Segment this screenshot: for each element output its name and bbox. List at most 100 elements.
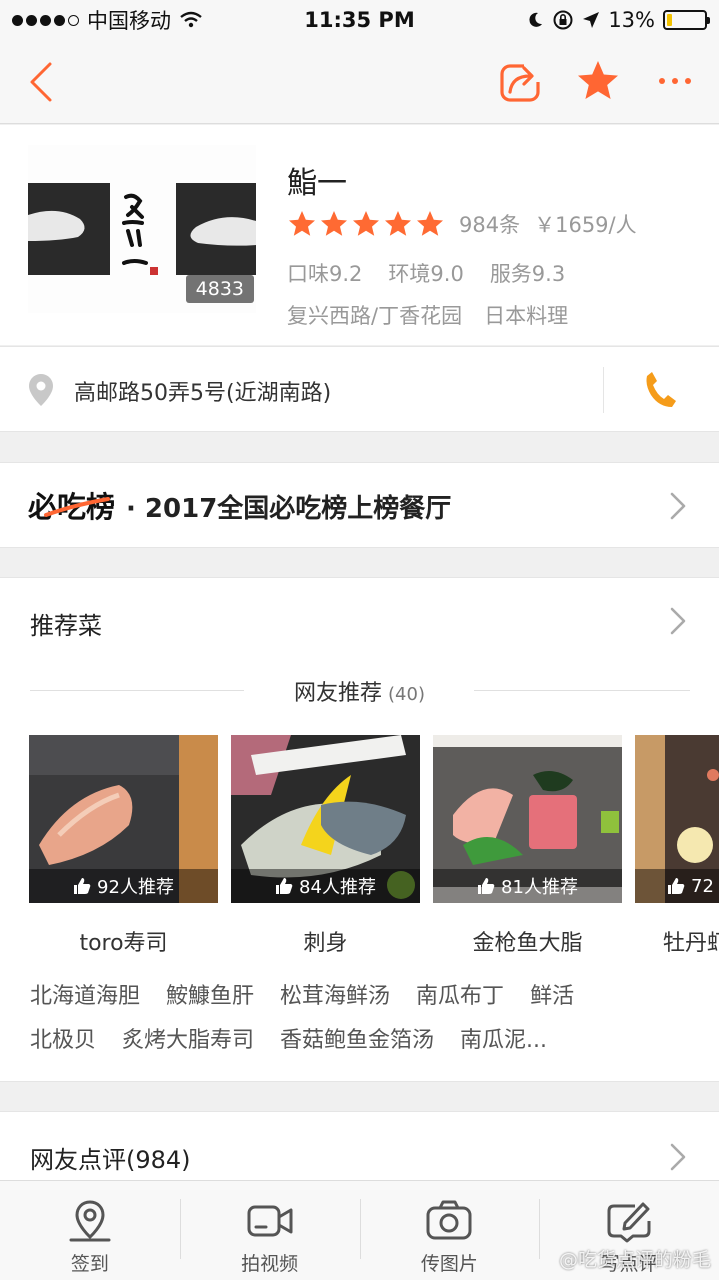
- battery-percent: 13%: [608, 8, 655, 32]
- star-icon: [578, 61, 618, 99]
- phone-icon[interactable]: [643, 369, 677, 409]
- wifi-icon: [180, 11, 202, 28]
- checkin-label: 签到: [70, 1253, 109, 1275]
- signal-strength-icon: [12, 14, 79, 26]
- thumbs-up-icon: [478, 878, 495, 894]
- back-button[interactable]: [22, 58, 66, 106]
- dish-tag[interactable]: 南瓜布丁: [416, 978, 504, 1010]
- region-row: 复兴西路/丁香花园 日本料理: [287, 300, 568, 330]
- video-button[interactable]: 拍视频: [179, 1181, 360, 1280]
- shop-cuisine[interactable]: 日本料理: [484, 300, 568, 330]
- reviews-title: 网友点评(984): [30, 1146, 191, 1174]
- dish-tag[interactable]: 香菇鲍鱼金箔汤: [280, 1022, 434, 1054]
- upload-photo-label: 传图片: [420, 1253, 478, 1275]
- dish-likes: 84人推荐: [231, 869, 420, 903]
- video-camera-icon: [247, 1205, 293, 1237]
- user-recommend-subtitle: 网友推荐 (40): [0, 675, 719, 707]
- location-pin-icon: [69, 1200, 111, 1242]
- dish-photo: 81人推荐: [433, 735, 622, 903]
- location-arrow-icon: [583, 12, 600, 28]
- dish-likes: 81人推荐: [433, 869, 622, 903]
- dish-card[interactable]: 81人推荐 金枪鱼大脂: [433, 735, 622, 957]
- dish-tag[interactable]: 北海道海胆: [30, 978, 140, 1010]
- share-button[interactable]: [498, 58, 544, 104]
- dish-tags-row: 北极贝 炙烤大脂寿司 香菇鲍鱼金箔汤 南瓜泥...: [30, 1022, 547, 1054]
- dish-card[interactable]: 72 牡丹虾: [635, 735, 719, 957]
- price-per-person: ￥1659/人: [534, 213, 637, 237]
- dish-likes-text: 92人推荐: [97, 877, 174, 898]
- user-recommend-count: (40): [388, 684, 425, 705]
- shop-region[interactable]: 复兴西路/丁香花园: [287, 300, 462, 330]
- dish-tag[interactable]: 北极贝: [30, 1022, 96, 1054]
- more-icon: [659, 78, 691, 84]
- dish-photo: 84人推荐: [231, 735, 420, 903]
- dish-photo: 92人推荐: [29, 735, 218, 903]
- dish-card[interactable]: 84人推荐 刺身: [231, 735, 420, 957]
- write-review-button[interactable]: 写点评: [539, 1181, 719, 1280]
- shop-header: 4833 鮨一 984条 ￥1659/人 口味9.2 环境9.0 服务9.3 复…: [0, 125, 719, 345]
- dish-likes-text: 84人推荐: [299, 877, 376, 898]
- star-icon: [289, 211, 315, 236]
- upload-photo-button[interactable]: 传图片: [359, 1181, 540, 1280]
- star-icon: [417, 211, 443, 236]
- chevron-right-icon: [670, 492, 686, 520]
- dish-tag[interactable]: 松茸海鲜汤: [280, 978, 390, 1010]
- status-bar: 中国移动 11:35 PM 13%: [0, 0, 719, 40]
- dish-likes: 92人推荐: [29, 869, 218, 903]
- address-text: 高邮路50弄5号(近湖南路): [74, 381, 332, 406]
- nav-bar: [0, 40, 719, 124]
- dish-name: 牡丹虾: [663, 931, 719, 956]
- thumbs-up-icon: [668, 878, 685, 894]
- rotation-lock-icon: [553, 10, 573, 30]
- checkin-button[interactable]: 签到: [0, 1181, 180, 1280]
- chevron-right-icon[interactable]: [668, 606, 688, 636]
- dish-name: 刺身: [303, 931, 348, 956]
- dish-likes-text: 72: [691, 875, 714, 897]
- must-eat-text: · 2017全国必吃榜上榜餐厅: [126, 494, 452, 524]
- dish-carousel[interactable]: 92人推荐 toro寿司 84人推荐 刺身 81人推荐 金枪鱼大脂 72 牡丹虾: [0, 735, 719, 975]
- chevron-left-icon: [30, 62, 52, 102]
- thumbs-up-icon: [276, 878, 293, 894]
- dish-tag[interactable]: 炙烤大脂寿司: [122, 1022, 254, 1054]
- dish-name: 金枪鱼大脂: [472, 931, 583, 956]
- dish-likes-text: 81人推荐: [501, 877, 578, 898]
- bottom-toolbar: 签到 拍视频 传图片 写点评: [0, 1180, 719, 1280]
- photo-count: 4833: [185, 275, 254, 303]
- chevron-right-icon: [670, 1143, 686, 1171]
- must-eat-banner[interactable]: 必吃榜 · 2017全国必吃榜上榜餐厅: [0, 462, 719, 548]
- dish-likes: 72: [635, 869, 719, 903]
- score-row: 口味9.2 环境9.0 服务9.3: [287, 258, 565, 288]
- thumbs-up-icon: [74, 878, 91, 894]
- review-count: 984条: [459, 213, 521, 237]
- location-pin-icon: [29, 374, 53, 406]
- recommended-dishes-title[interactable]: 推荐菜: [30, 606, 102, 641]
- share-icon: [500, 62, 544, 102]
- dish-card[interactable]: 92人推荐 toro寿司: [29, 735, 218, 957]
- video-label: 拍视频: [241, 1253, 299, 1275]
- address-divider: [603, 367, 604, 413]
- dish-photo: 72: [635, 735, 719, 903]
- carrier-name: 中国移动: [87, 9, 171, 33]
- service-score: 服务9.3: [489, 262, 566, 286]
- write-review-label: 写点评: [600, 1253, 658, 1275]
- dish-name: toro寿司: [79, 931, 168, 956]
- star-icon: [385, 211, 411, 236]
- star-icon: [321, 211, 347, 236]
- environment-score: 环境9.0: [388, 262, 464, 286]
- more-button[interactable]: [652, 58, 698, 104]
- dish-tag[interactable]: 南瓜泥...: [460, 1022, 547, 1054]
- favorite-button[interactable]: [575, 58, 621, 104]
- dish-tag[interactable]: 鮟鱇鱼肝: [166, 978, 254, 1010]
- must-eat-logo: 必吃榜: [28, 490, 115, 524]
- battery-fill: [667, 14, 672, 26]
- dish-tags-row: 北海道海胆 鮟鱇鱼肝 松茸海鲜汤 南瓜布丁 鲜活: [30, 978, 574, 1010]
- rating-row: 984条 ￥1659/人: [287, 209, 637, 239]
- rating-stars: [287, 209, 445, 239]
- taste-score: 口味9.2: [287, 262, 363, 286]
- address-row[interactable]: 高邮路50弄5号(近湖南路): [0, 346, 719, 432]
- dish-tag[interactable]: 鲜活: [530, 978, 574, 1010]
- shop-photo[interactable]: 4833: [28, 145, 256, 313]
- edit-icon: [607, 1202, 651, 1243]
- camera-icon: [426, 1200, 472, 1240]
- shop-name: 鮨一: [287, 166, 347, 201]
